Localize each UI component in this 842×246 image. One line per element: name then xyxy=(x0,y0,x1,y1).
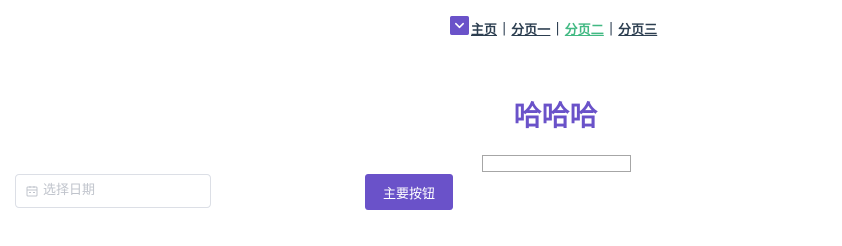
chevron-down-icon xyxy=(455,22,464,28)
nav-link-page-one[interactable]: 分页一 xyxy=(511,19,550,38)
nav-link-home[interactable]: 主页 xyxy=(471,19,497,38)
nav-separator: | xyxy=(555,20,560,36)
nav-link-page-three[interactable]: 分页三 xyxy=(618,19,657,38)
calendar-icon xyxy=(26,185,38,197)
primary-button[interactable]: 主要按钮 xyxy=(365,174,453,210)
date-picker[interactable]: 选择日期 xyxy=(15,174,211,208)
page-title: 哈哈哈 xyxy=(513,99,598,132)
text-input[interactable] xyxy=(482,155,631,172)
date-picker-placeholder: 选择日期 xyxy=(43,183,96,198)
nav-separator: | xyxy=(608,20,614,36)
nav-toggle-button[interactable] xyxy=(450,15,469,35)
top-nav: 主页 | 分页一 | 分页二 | 分页三 xyxy=(450,15,657,39)
nav-link-page-two[interactable]: 分页二 xyxy=(565,19,604,38)
nav-separator: | xyxy=(502,20,507,36)
